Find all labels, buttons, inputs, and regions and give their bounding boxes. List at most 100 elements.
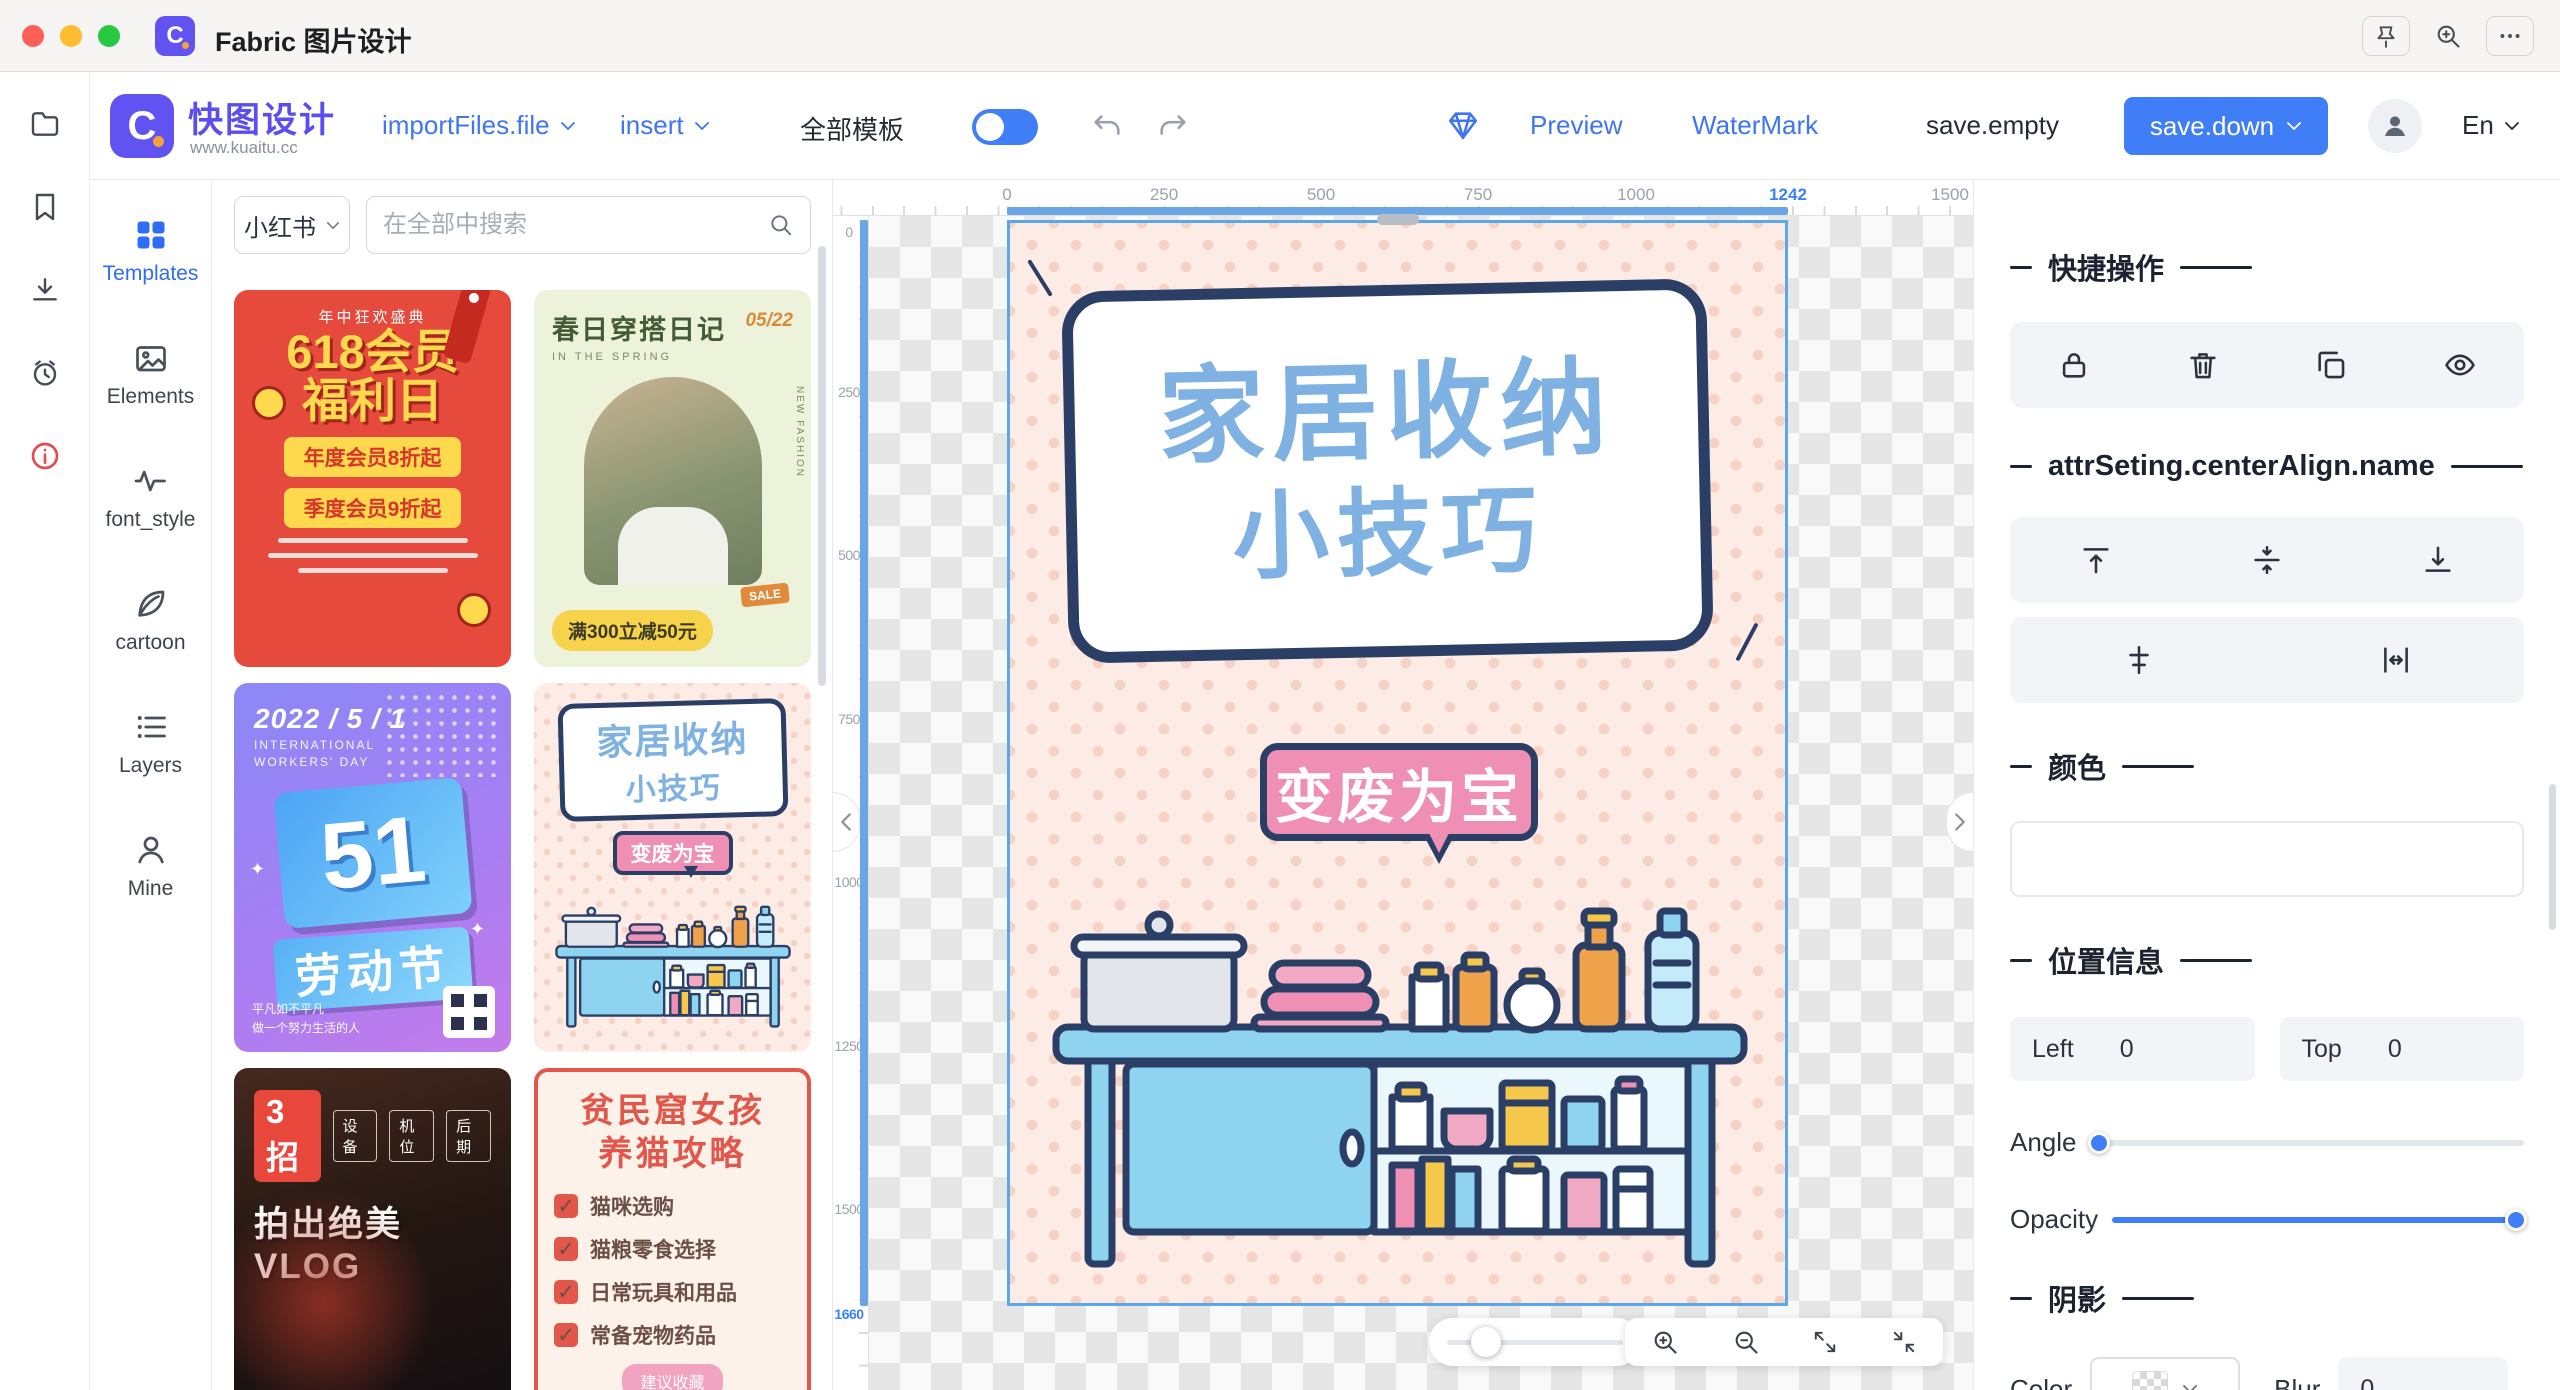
template-card-home-storage[interactable]: 家居收纳 小技巧 变废为宝	[534, 683, 811, 1052]
opacity-slider-knob[interactable]	[2505, 1209, 2527, 1231]
insert-menu[interactable]: insert	[620, 110, 710, 141]
sidebar-item-templates[interactable]: Templates	[90, 190, 211, 313]
table-illustration[interactable]	[1040, 859, 1760, 1289]
preview-link[interactable]: Preview	[1530, 110, 1622, 141]
gem-icon[interactable]	[1446, 108, 1480, 147]
ruler-selection-band	[860, 220, 868, 1306]
smiley-decoration	[252, 386, 286, 420]
zoom-in-icon[interactable]	[1651, 1328, 1679, 1356]
sidebar-item-layers[interactable]: Layers	[90, 682, 211, 805]
ribbon-decoration	[443, 290, 492, 364]
window-title: Fabric 图片设计	[215, 20, 412, 59]
zoom-slider-knob[interactable]	[1471, 1327, 1501, 1357]
avatar[interactable]	[2368, 99, 2422, 153]
minimize-button[interactable]	[60, 25, 82, 47]
canvas-area[interactable]: 0 250 500 750 1000 1242 1500 0 250 500 7…	[833, 180, 1973, 1390]
save-empty-link[interactable]: save.empty	[1926, 110, 2059, 141]
artboard-handle[interactable]	[1377, 214, 1419, 225]
section-center-align: attrSeting.centerAlign.name	[2010, 450, 2524, 483]
layers-list-icon	[133, 709, 169, 745]
section-quick-actions: 快捷操作	[2010, 246, 2524, 288]
top-input[interactable]: Top0	[2280, 1017, 2525, 1081]
download-icon[interactable]	[29, 274, 61, 311]
distribute-horizontal-icon[interactable]	[2371, 635, 2421, 685]
ruler-horizontal: 0 250 500 750 1000 1242 1500	[833, 180, 1973, 216]
save-down-button[interactable]: save.down	[2124, 97, 2328, 155]
info-icon[interactable]	[29, 440, 61, 477]
angle-slider-knob[interactable]	[2088, 1132, 2110, 1154]
section-position: 位置信息	[2010, 939, 2524, 981]
logo-name[interactable]: 快图设计	[188, 92, 336, 143]
templates-grid-icon	[133, 217, 169, 253]
history-icon[interactable]	[29, 357, 61, 394]
poster-title-frame[interactable]: 家居收纳 小技巧	[1061, 278, 1714, 663]
opacity-slider[interactable]	[2112, 1217, 2524, 1223]
left-icon-strip	[0, 72, 90, 1390]
category-select[interactable]: 小红书	[234, 196, 350, 254]
trash-icon[interactable]	[2178, 340, 2228, 390]
person-icon	[133, 832, 169, 868]
logo-url: www.kuaitu.cc	[190, 138, 298, 158]
templates-scrollbar[interactable]	[818, 246, 826, 686]
logo-icon[interactable]: C	[110, 94, 174, 158]
search-input[interactable]	[383, 211, 768, 239]
all-templates-menu[interactable]: 全部模板	[800, 110, 904, 147]
align-middle-icon[interactable]	[2242, 535, 2292, 585]
templates-toggle[interactable]	[972, 109, 1038, 145]
angle-slider[interactable]	[2091, 1140, 2525, 1146]
watermark-link[interactable]: WaterMark	[1692, 110, 1818, 141]
fill-color-swatch[interactable]	[2010, 821, 2524, 897]
poster-speech-bubble[interactable]: 变废为宝	[1260, 743, 1538, 841]
search-box	[366, 196, 811, 254]
properties-panel: 快捷操作 attrSeting.centerAlign.name	[1973, 180, 2560, 1390]
sidebar-item-cartoon[interactable]: cartoon	[90, 559, 211, 682]
lock-icon[interactable]	[2049, 340, 2099, 390]
artboard[interactable]: 家居收纳 小技巧 变废为宝	[1007, 220, 1788, 1306]
toggle-knob	[976, 113, 1004, 141]
undo-icon[interactable]	[1090, 108, 1124, 147]
transparent-swatch	[2132, 1371, 2168, 1390]
shadow-color-picker[interactable]	[2090, 1357, 2240, 1390]
image-icon	[133, 340, 169, 376]
zoom-slider[interactable]	[1429, 1318, 1641, 1366]
sidebar-item-font-style[interactable]: font_style	[90, 436, 211, 559]
close-button[interactable]	[22, 25, 44, 47]
align-top-icon[interactable]	[2071, 535, 2121, 585]
fit-screen-icon[interactable]	[1891, 1329, 1917, 1355]
properties-scrollbar[interactable]	[2549, 784, 2556, 930]
save-icon[interactable]	[29, 191, 61, 228]
sidebar-nav: Templates Elements font_style cartoon La…	[90, 180, 212, 1390]
folder-icon[interactable]	[29, 108, 61, 145]
photo-glow	[234, 1188, 434, 1390]
templates-panel: 小红书 年中狂欢盛典 618会员 福利日 年度会员8折起 季度会员9折起 春日穿…	[212, 180, 833, 1390]
template-card-618-member[interactable]: 年中狂欢盛典 618会员 福利日 年度会员8折起 季度会员9折起	[234, 290, 511, 667]
align-bottom-icon[interactable]	[2413, 535, 2463, 585]
blur-input[interactable]: 0	[2338, 1357, 2508, 1390]
duplicate-icon[interactable]	[2306, 340, 2356, 390]
quick-actions-box	[2010, 322, 2524, 408]
maximize-button[interactable]	[98, 25, 120, 47]
visibility-icon[interactable]	[2435, 340, 2485, 390]
import-files-menu[interactable]: importFiles.file	[382, 110, 576, 141]
qr-code	[443, 986, 495, 1038]
search-icon[interactable]	[768, 212, 794, 238]
template-card-spring-outfit[interactable]: 春日穿搭日记 IN THE SPRING 05/22 NEW FASHION 满…	[534, 290, 811, 667]
sidebar-item-mine[interactable]: Mine	[90, 805, 211, 928]
poster-title-line1: 家居收纳	[1157, 345, 1616, 482]
vertical-align-box	[2010, 517, 2524, 603]
blur-label: Blur	[2274, 1374, 2320, 1390]
fullscreen-icon[interactable]	[1812, 1329, 1838, 1355]
left-input[interactable]: Left0	[2010, 1017, 2255, 1081]
align-horizontal-center-icon[interactable]	[2114, 635, 2164, 685]
template-card-labor-day[interactable]: 2022 / 5 / 1 INTERNATIONAL WORKERS' DAY …	[234, 683, 511, 1052]
zoom-search-icon[interactable]	[2434, 22, 2462, 50]
sidebar-item-elements[interactable]: Elements	[90, 313, 211, 436]
zoom-out-icon[interactable]	[1732, 1328, 1760, 1356]
template-card-vlog[interactable]: 3招 设备 机位 后期 拍出绝美VLOG	[234, 1068, 511, 1390]
language-selector[interactable]: En	[2462, 110, 2520, 141]
app-header: C 快图设计 www.kuaitu.cc importFiles.file in…	[90, 72, 2560, 180]
template-card-cat-guide[interactable]: 贫民窟女孩 养猫攻略 ✓猫咪选购 ✓猫粮零食选择 ✓日常玩具和用品 ✓常备宠物药…	[534, 1068, 811, 1390]
redo-icon[interactable]	[1156, 108, 1190, 147]
pin-icon[interactable]	[2362, 16, 2410, 56]
more-menu-icon[interactable]	[2486, 16, 2534, 56]
